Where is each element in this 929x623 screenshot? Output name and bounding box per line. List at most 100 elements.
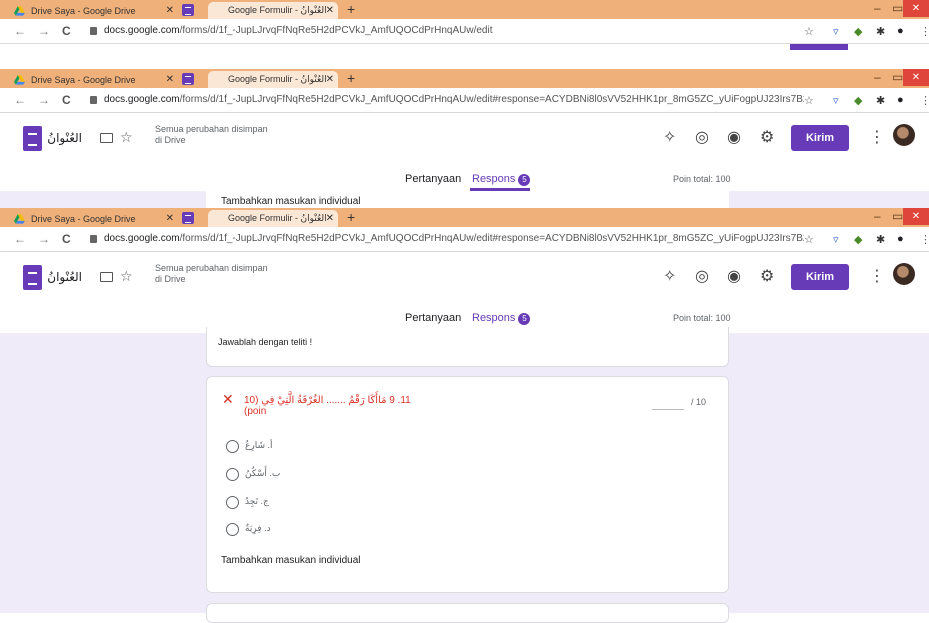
send-button-peek — [790, 44, 848, 50]
profile-icon[interactable]: ● — [897, 25, 904, 37]
google-forms-logo-icon[interactable] — [23, 126, 42, 151]
option-radio[interactable] — [226, 496, 239, 509]
extension-icon[interactable]: ◆ — [854, 25, 862, 38]
back-button[interactable]: ← — [14, 24, 26, 38]
forward-button[interactable]: → — [38, 232, 50, 246]
avatar[interactable] — [893, 124, 915, 146]
puzzle-icon[interactable]: ✱ — [876, 25, 885, 38]
reload-button[interactable]: C — [62, 232, 71, 246]
lock-icon — [90, 235, 97, 243]
more-options-icon[interactable]: ⋮ — [869, 127, 885, 147]
forward-button[interactable]: → — [38, 93, 50, 107]
tab-forms[interactable]: Google Formulir - العُنْوانُ ✕ — [208, 2, 338, 19]
close-icon[interactable]: ✕ — [166, 213, 174, 224]
more-options-icon[interactable]: ⋮ — [869, 266, 885, 286]
google-forms-logo-icon[interactable] — [23, 265, 42, 290]
save-status-line2: di Drive — [155, 135, 186, 145]
close-icon[interactable]: ✕ — [166, 74, 174, 85]
url-field[interactable]: docs.google.com/forms/d/1f_-JupLJrvqFfNq… — [104, 25, 804, 36]
back-button[interactable]: ← — [14, 232, 26, 246]
preview-eye-icon[interactable]: ◉ — [727, 127, 741, 147]
addon-icon[interactable]: ✧ — [663, 266, 676, 286]
content-background: Tambahkan masukan individual — [0, 191, 929, 209]
menu-icon[interactable]: ⋮ — [920, 25, 929, 38]
form-content-area: Jawablah dengan teliti ! — [0, 327, 929, 623]
tab-questions[interactable]: Pertanyaan — [405, 312, 461, 324]
save-status: Semua perubahan disimpan di Drive — [155, 263, 285, 285]
avatar[interactable] — [893, 263, 915, 285]
tab-forms[interactable]: Google Formulir - العُنْوانُ ✕ — [208, 71, 338, 88]
extension-icon[interactable]: ◆ — [854, 233, 862, 246]
folder-icon[interactable] — [100, 272, 113, 282]
url-host: docs.google.com — [104, 233, 180, 244]
star-icon[interactable]: ☆ — [120, 129, 133, 146]
score-input[interactable] — [652, 409, 684, 410]
palette-icon[interactable]: ◎ — [695, 266, 709, 286]
tab-drive[interactable]: Drive Saya - Google Drive ✕ — [14, 71, 178, 88]
reload-button[interactable]: C — [62, 93, 71, 107]
tab-drive[interactable]: Drive Saya - Google Drive ✕ — [14, 210, 178, 227]
menu-icon[interactable]: ⋮ — [920, 233, 929, 246]
tab-label: Google Formulir - العُنْوانُ — [228, 74, 327, 84]
back-button[interactable]: ← — [14, 93, 26, 107]
extension-icon[interactable]: ◆ — [854, 94, 862, 107]
restore-button[interactable]: ▭ — [892, 70, 903, 84]
puzzle-icon[interactable]: ✱ — [876, 94, 885, 107]
send-button[interactable]: Kirim — [791, 125, 849, 151]
url-field[interactable]: docs.google.com/forms/d/1f_-JupLJrvqFfNq… — [104, 233, 804, 244]
tab-label: Drive Saya - Google Drive — [31, 74, 136, 85]
profile-icon[interactable]: ● — [897, 94, 904, 106]
bookmark-star-icon[interactable]: ☆ — [804, 25, 814, 38]
settings-gear-icon[interactable]: ⚙ — [760, 127, 774, 147]
preview-eye-icon[interactable]: ◉ — [727, 266, 741, 286]
add-feedback-link[interactable]: Tambahkan masukan individual — [221, 555, 361, 566]
bookmark-star-icon[interactable]: ☆ — [804, 94, 814, 107]
palette-icon[interactable]: ◎ — [695, 127, 709, 147]
folder-icon[interactable] — [100, 133, 113, 143]
reload-button[interactable]: C — [62, 24, 71, 38]
tab-forms[interactable]: Google Formulir - العُنْوانُ ✕ — [208, 210, 338, 227]
close-icon[interactable]: ✕ — [166, 5, 174, 16]
shield-icon[interactable]: ▿ — [833, 233, 839, 246]
puzzle-icon[interactable]: ✱ — [876, 233, 885, 246]
send-button[interactable]: Kirim — [791, 264, 849, 290]
add-feedback-link[interactable]: Tambahkan masukan individual — [221, 196, 361, 207]
tab-responses[interactable]: Respons 5 — [472, 173, 531, 186]
bookmark-star-icon[interactable]: ☆ — [804, 233, 814, 246]
close-icon[interactable]: ✕ — [326, 74, 334, 85]
restore-button[interactable]: ▭ — [892, 1, 903, 15]
close-icon[interactable]: ✕ — [326, 5, 334, 16]
tab-responses[interactable]: Respons 5 — [472, 312, 531, 325]
lock-icon — [90, 27, 97, 35]
form-title[interactable]: العُنْوانُ — [47, 131, 82, 145]
form-title[interactable]: العُنْوانُ — [47, 270, 82, 284]
new-tab-button[interactable]: + — [347, 70, 355, 86]
tab-questions[interactable]: Pertanyaan — [405, 173, 461, 185]
forward-button[interactable]: → — [38, 24, 50, 38]
tab-responses-label: Respons — [472, 312, 516, 324]
restore-button[interactable]: ▭ — [892, 209, 903, 223]
minimize-button[interactable]: – — [874, 209, 881, 223]
profile-icon[interactable]: ● — [897, 233, 904, 245]
shield-icon[interactable]: ▿ — [833, 25, 839, 38]
window-close-button[interactable]: ✕ — [903, 208, 929, 225]
close-icon[interactable]: ✕ — [326, 213, 334, 224]
window-close-button[interactable]: ✕ — [903, 0, 929, 17]
addon-icon[interactable]: ✧ — [663, 127, 676, 147]
tab-drive[interactable]: Drive Saya - Google Drive ✕ — [14, 2, 178, 19]
next-card — [206, 603, 729, 623]
settings-gear-icon[interactable]: ⚙ — [760, 266, 774, 286]
window-close-button[interactable]: ✕ — [903, 69, 929, 86]
option-radio[interactable] — [226, 523, 239, 536]
shield-icon[interactable]: ▿ — [833, 94, 839, 107]
menu-icon[interactable]: ⋮ — [920, 94, 929, 107]
option-radio[interactable] — [226, 440, 239, 453]
tab-strip: Drive Saya - Google Drive ✕ Google Formu… — [0, 69, 929, 88]
minimize-button[interactable]: – — [874, 1, 881, 15]
star-icon[interactable]: ☆ — [120, 268, 133, 285]
new-tab-button[interactable]: + — [347, 209, 355, 225]
option-radio[interactable] — [226, 468, 239, 481]
url-field[interactable]: docs.google.com/forms/d/1f_-JupLJrvqFfNq… — [104, 94, 804, 105]
minimize-button[interactable]: – — [874, 70, 881, 84]
new-tab-button[interactable]: + — [347, 1, 355, 17]
